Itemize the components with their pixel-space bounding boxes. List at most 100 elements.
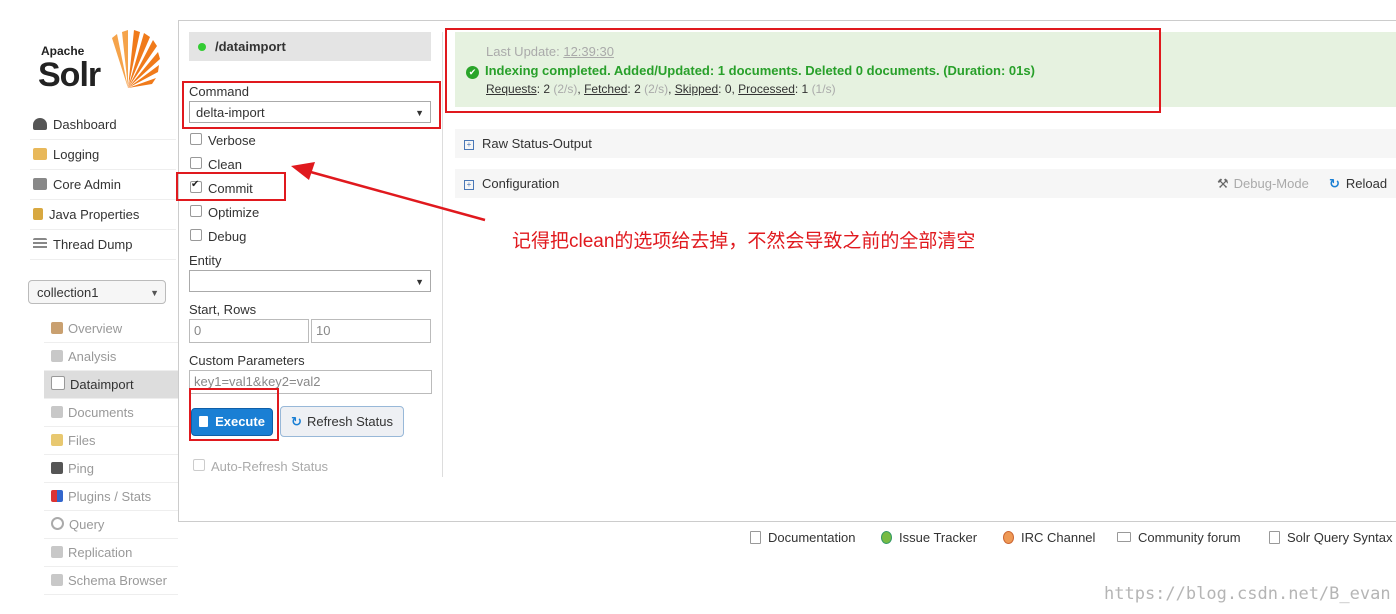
nav-logging-label: Logging: [53, 147, 100, 162]
schema-icon: [51, 574, 63, 586]
footer-irc-channel-link[interactable]: IRC Channel: [1003, 530, 1095, 545]
chevron-down-icon: ▼: [415, 277, 424, 287]
documentation-icon: [750, 531, 761, 544]
footer-community-forum-label: Community forum: [1138, 530, 1241, 545]
menu-query[interactable]: Query: [44, 511, 178, 539]
start-rows-label: Start, Rows: [189, 302, 257, 317]
annotation-box-commit: [176, 172, 286, 201]
menu-schema-browser-label: Schema Browser: [68, 573, 167, 588]
hammer-icon: ⚒: [1217, 176, 1229, 191]
filter-icon: [51, 350, 63, 362]
debug-checkbox[interactable]: Debug: [190, 229, 246, 244]
menu-analysis-label: Analysis: [68, 349, 117, 364]
menu-documents-label: Documents: [68, 405, 134, 420]
footer-community-forum-link[interactable]: Community forum: [1117, 530, 1241, 545]
menu-dataimport-label: Dataimport: [70, 377, 134, 392]
entity-select[interactable]: ▼: [189, 270, 431, 292]
annotation-note: 记得把clean的选项给去掉，不然会导致之前的全部清空: [512, 231, 976, 252]
status-dot-icon: [198, 43, 206, 51]
watermark: https://blog.csdn.net/B_evan: [1104, 584, 1391, 604]
optimize-label: Optimize: [208, 205, 260, 220]
footer-query-syntax-link[interactable]: Solr Query Syntax: [1269, 530, 1393, 545]
verbose-checkbox[interactable]: Verbose: [190, 133, 256, 148]
plugins-icon: [51, 490, 63, 502]
annotation-arrow-icon: [291, 162, 486, 222]
clean-label: Clean: [208, 157, 242, 172]
menu-ping[interactable]: Ping: [44, 455, 178, 483]
nav-logging[interactable]: Logging: [30, 141, 176, 170]
debug-mode-label: Debug-Mode: [1233, 176, 1309, 191]
menu-replication-label: Replication: [68, 545, 133, 560]
debug-mode-button[interactable]: ⚒ Debug-Mode: [1217, 169, 1309, 198]
refresh-status-label: Refresh Status: [306, 414, 393, 429]
menu-replication[interactable]: Replication: [44, 539, 178, 567]
auto-refresh-checkbox[interactable]: Auto-Refresh Status: [193, 459, 328, 474]
auto-refresh-label: Auto-Refresh Status: [211, 459, 329, 474]
syntax-icon: [1269, 531, 1280, 544]
refresh-icon: ↻: [291, 414, 302, 429]
menu-ping-label: Ping: [68, 461, 95, 476]
nav-core-admin-label: Core Admin: [53, 177, 121, 192]
chevron-down-icon: ▼: [150, 288, 159, 298]
menu-overview-label: Overview: [68, 321, 123, 336]
checkbox-icon: [190, 229, 202, 241]
nav-core-admin[interactable]: Core Admin: [30, 171, 176, 200]
nav-java-properties-label: Java Properties: [49, 207, 140, 222]
java-icon: [33, 208, 43, 220]
menu-schema-browser[interactable]: Schema Browser: [44, 567, 178, 595]
menu-files[interactable]: Files: [44, 427, 178, 455]
files-icon: [51, 434, 63, 446]
sun-logo-icon: [112, 30, 160, 88]
home-icon: [51, 322, 63, 334]
footer-documentation-link[interactable]: Documentation: [750, 530, 855, 545]
logging-icon: [33, 148, 47, 160]
reload-button[interactable]: ↻ Reload: [1329, 169, 1387, 198]
bug-icon: [881, 531, 892, 544]
optimize-checkbox[interactable]: Optimize: [190, 205, 259, 220]
entity-label: Entity: [189, 253, 222, 268]
custom-parameters-label: Custom Parameters: [189, 353, 305, 368]
checkbox-icon: [193, 459, 205, 471]
nav-dashboard[interactable]: Dashboard: [30, 111, 176, 140]
annotation-box-status: [445, 28, 1161, 113]
clean-checkbox[interactable]: Clean: [190, 157, 242, 172]
replication-icon: [51, 546, 63, 558]
reload-label: Reload: [1345, 176, 1388, 191]
debug-label: Debug: [208, 229, 247, 244]
ping-icon: [51, 462, 63, 474]
footer-issue-tracker-link[interactable]: Issue Tracker: [881, 530, 977, 545]
import-icon: [51, 376, 65, 390]
menu-dataimport[interactable]: Dataimport: [44, 371, 178, 399]
irc-icon: [1003, 531, 1014, 544]
nav-java-properties[interactable]: Java Properties: [30, 201, 176, 230]
annotation-box-execute: [189, 388, 279, 441]
menu-files-label: Files: [68, 433, 96, 448]
start-input[interactable]: 0: [189, 319, 309, 343]
checkbox-icon: [190, 205, 202, 217]
nav-thread-dump[interactable]: Thread Dump: [30, 231, 176, 260]
menu-analysis[interactable]: Analysis: [44, 343, 178, 371]
nav-thread-dump-label: Thread Dump: [53, 237, 133, 252]
configuration-panel[interactable]: + Configuration ⚒ Debug-Mode ↻ Reload: [455, 169, 1396, 198]
raw-status-output-panel[interactable]: + Raw Status-Output: [455, 129, 1396, 158]
checkbox-icon: [190, 133, 202, 145]
handler-header[interactable]: /dataimport: [189, 32, 431, 61]
rows-input[interactable]: 10: [311, 319, 431, 343]
raw-status-output-label: Raw Status-Output: [482, 136, 592, 151]
logo-solr-text: Solr: [38, 56, 101, 94]
menu-documents[interactable]: Documents: [44, 399, 178, 427]
menu-overview[interactable]: Overview: [44, 315, 178, 343]
solr-logo[interactable]: Apache Solr: [38, 28, 160, 94]
documents-icon: [51, 406, 63, 418]
footer-query-syntax-label: Solr Query Syntax: [1287, 530, 1393, 545]
refresh-status-button[interactable]: ↻ Refresh Status: [280, 406, 404, 437]
core-selector-value: collection1: [37, 285, 99, 300]
checkbox-icon: [190, 157, 202, 169]
footer-issue-tracker-label: Issue Tracker: [899, 530, 978, 545]
menu-plugins-stats[interactable]: Plugins / Stats: [44, 483, 178, 511]
core-selector[interactable]: collection1 ▼: [28, 280, 166, 304]
reload-icon: ↻: [1329, 176, 1340, 191]
core-admin-icon: [33, 178, 47, 190]
expand-icon: +: [464, 140, 474, 150]
dashboard-icon: [33, 118, 47, 130]
